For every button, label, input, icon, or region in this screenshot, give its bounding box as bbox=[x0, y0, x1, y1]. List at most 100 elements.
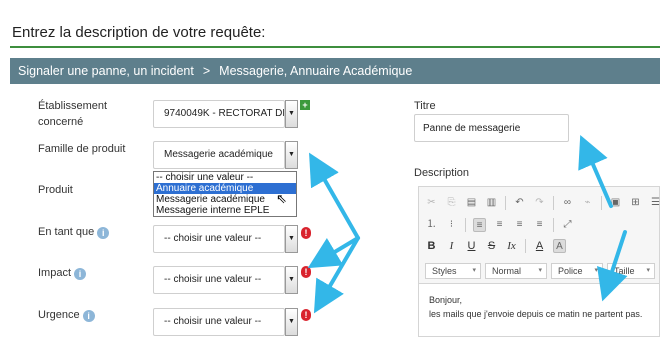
plus-icon: + bbox=[302, 100, 308, 110]
editor-line: Bonjour, bbox=[429, 295, 463, 305]
size-combo[interactable]: Taille ▾ bbox=[607, 263, 655, 279]
description-editor: ✂ ⎘ ▤ ▥ ↶ ↷ ∞ ⌁ ▣ ⊞ ☰ Ω ⒈ ⁝ ≡ ≡ ≡ ≡ ⤢ bbox=[418, 186, 660, 337]
titre-input[interactable] bbox=[414, 114, 569, 142]
breadcrumb-item-subcategory[interactable]: Messagerie, Annuaire Académique bbox=[219, 64, 412, 78]
tb-sep bbox=[553, 218, 554, 232]
impact-label-text: Impact bbox=[38, 267, 72, 279]
annotation-arrow bbox=[309, 152, 360, 240]
title-rule bbox=[10, 46, 660, 48]
table-icon[interactable]: ⊞ bbox=[629, 196, 642, 210]
editor-line: les mails que j'envoie depuis ce matin n… bbox=[429, 309, 643, 319]
maximize-icon[interactable]: ⤢ bbox=[561, 218, 574, 232]
required-icon: ! bbox=[301, 227, 311, 239]
editor-content[interactable]: Bonjour, les mails que j'envoie depuis c… bbox=[419, 284, 659, 330]
en-tant-que-select[interactable]: -- choisir une valeur -- bbox=[153, 225, 285, 253]
breadcrumb-separator: > bbox=[202, 64, 211, 78]
dropdown-arrow-icon: ▼ bbox=[288, 318, 295, 325]
text-color-button[interactable]: A bbox=[533, 239, 546, 253]
editor-toolbar: ✂ ⎘ ▤ ▥ ↶ ↷ ∞ ⌁ ▣ ⊞ ☰ Ω ⒈ ⁝ ≡ ≡ ≡ ≡ ⤢ bbox=[419, 187, 660, 284]
italic-button[interactable]: I bbox=[445, 239, 458, 253]
famille-select[interactable]: Messagerie académique bbox=[153, 141, 285, 169]
chevron-down-icon: ▾ bbox=[594, 267, 598, 274]
produit-option-highlighted[interactable]: Annuaire académique bbox=[154, 183, 296, 194]
etablissement-dropdown-button[interactable]: ▼ bbox=[285, 100, 298, 128]
tb-sep bbox=[465, 218, 466, 232]
impact-dropdown-button[interactable]: ▼ bbox=[285, 266, 298, 294]
breadcrumb-item-category[interactable]: Signaler une panne, un incident bbox=[18, 64, 194, 78]
justify-icon[interactable]: ≡ bbox=[533, 218, 546, 232]
font-combo-label: Police bbox=[558, 266, 583, 276]
chevron-down-icon: ▾ bbox=[538, 267, 542, 274]
page-title: Entrez la description de votre requête: bbox=[12, 24, 266, 41]
cut-icon[interactable]: ✂ bbox=[425, 196, 438, 210]
annotation-arrow bbox=[307, 236, 360, 269]
required-icon: ! bbox=[301, 309, 311, 321]
align-left-icon[interactable]: ≡ bbox=[473, 218, 486, 232]
add-etablissement-button[interactable]: + bbox=[300, 100, 310, 110]
urgence-dropdown-button[interactable]: ▼ bbox=[285, 308, 298, 336]
etablissement-select[interactable]: 9740049K - RECTORAT DE bbox=[153, 100, 285, 128]
required-icon: ! bbox=[301, 266, 311, 278]
strike-button[interactable]: S bbox=[485, 239, 498, 253]
produit-option[interactable]: Messagerie interne EPLE bbox=[154, 205, 296, 216]
align-right-icon[interactable]: ≡ bbox=[513, 218, 526, 232]
toolbar-row-1: ✂ ⎘ ▤ ▥ ↶ ↷ ∞ ⌁ ▣ ⊞ ☰ Ω bbox=[425, 195, 660, 211]
famille-dropdown-button[interactable]: ▼ bbox=[285, 141, 298, 169]
annotation-arrow bbox=[313, 236, 360, 314]
breadcrumb: Signaler une panne, un incident > Messager… bbox=[10, 58, 660, 84]
copy-icon[interactable]: ⎘ bbox=[445, 196, 458, 210]
info-icon[interactable]: i bbox=[97, 227, 110, 239]
urgence-label-text: Urgence bbox=[38, 309, 80, 321]
dropdown-arrow-icon: ▼ bbox=[288, 110, 295, 117]
image-icon[interactable]: ▣ bbox=[609, 196, 622, 210]
size-combo-label: Taille bbox=[614, 266, 635, 276]
align-center-icon[interactable]: ≡ bbox=[493, 218, 506, 232]
toolbar-row-3: B I U S Ix A A bbox=[425, 238, 573, 254]
bold-button[interactable]: B bbox=[425, 239, 438, 253]
undo-icon[interactable]: ↶ bbox=[513, 196, 526, 210]
produit-option[interactable]: Messagerie académique bbox=[154, 194, 296, 205]
dropdown-arrow-icon: ▼ bbox=[288, 151, 295, 158]
impact-label: Impact i bbox=[38, 265, 87, 281]
etablissement-label: Établissement concerné bbox=[38, 100, 108, 128]
tb-sep bbox=[601, 196, 602, 210]
famille-label: Famille de produit bbox=[38, 143, 126, 155]
remove-format-button[interactable]: Ix bbox=[505, 239, 518, 253]
underline-button[interactable]: U bbox=[465, 239, 478, 253]
en-tant-que-dropdown-button[interactable]: ▼ bbox=[285, 225, 298, 253]
info-icon[interactable]: i bbox=[82, 310, 95, 322]
styles-combo[interactable]: Styles ▾ bbox=[425, 263, 481, 279]
numbered-list-icon[interactable]: ⒈ bbox=[425, 218, 438, 232]
en-tant-que-label: En tant que i bbox=[38, 224, 110, 240]
impact-select[interactable]: -- choisir une valeur -- bbox=[153, 266, 285, 294]
dropdown-arrow-icon: ▼ bbox=[288, 235, 295, 242]
mouse-cursor-icon: ⇖ bbox=[276, 191, 287, 206]
info-icon[interactable]: i bbox=[74, 268, 87, 280]
paste-icon[interactable]: ▤ bbox=[465, 196, 478, 210]
bulleted-list-icon[interactable]: ⁝ bbox=[445, 218, 458, 232]
produit-label: Produit bbox=[38, 184, 73, 196]
produit-option[interactable]: -- choisir une valeur -- bbox=[154, 172, 296, 183]
urgence-select[interactable]: -- choisir une valeur -- bbox=[153, 308, 285, 336]
en-tant-que-label-text: En tant que bbox=[38, 226, 95, 238]
tb-sep bbox=[525, 239, 526, 253]
format-combo[interactable]: Normal ▾ bbox=[485, 263, 547, 279]
horizontal-rule-icon[interactable]: ☰ bbox=[649, 196, 660, 210]
font-combo[interactable]: Police ▾ bbox=[551, 263, 603, 279]
dropdown-arrow-icon: ▼ bbox=[288, 276, 295, 283]
tb-sep bbox=[553, 196, 554, 210]
format-combo-label: Normal bbox=[492, 266, 522, 276]
description-label: Description bbox=[414, 167, 470, 179]
paste-text-icon[interactable]: ▥ bbox=[485, 196, 498, 210]
styles-combo-label: Styles bbox=[432, 266, 457, 276]
bg-color-button[interactable]: A bbox=[553, 239, 566, 253]
tb-sep bbox=[505, 196, 506, 210]
link-icon[interactable]: ∞ bbox=[561, 196, 574, 210]
titre-label: Titre bbox=[414, 100, 436, 112]
chevron-down-icon: ▾ bbox=[646, 267, 650, 274]
toolbar-row-2: ⒈ ⁝ ≡ ≡ ≡ ≡ ⤢ bbox=[425, 217, 581, 233]
chevron-down-icon: ▾ bbox=[472, 267, 476, 274]
redo-icon[interactable]: ↷ bbox=[533, 196, 546, 210]
unlink-icon[interactable]: ⌁ bbox=[581, 196, 594, 210]
urgence-label: Urgence i bbox=[38, 307, 95, 323]
